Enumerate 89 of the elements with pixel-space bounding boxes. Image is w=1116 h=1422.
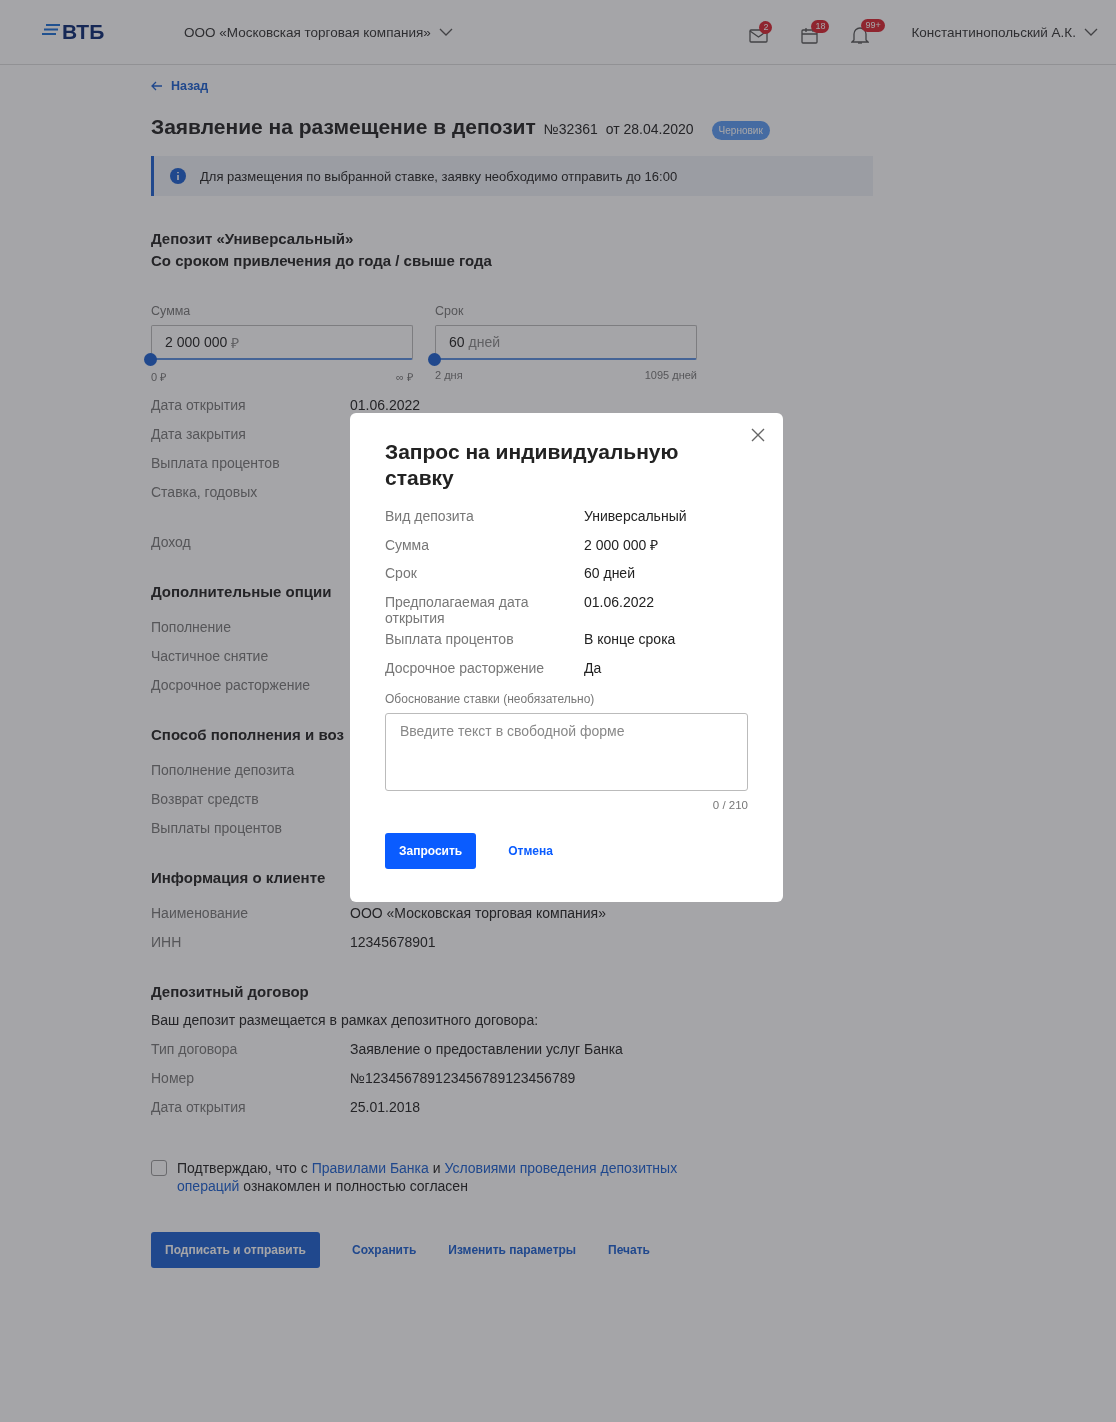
section-title: Информация о клиенте	[151, 868, 326, 888]
detail-value: 60 дней	[584, 565, 635, 582]
slider-thumb[interactable]	[428, 353, 441, 366]
param-value: Заявление о предоставлении услуг Банка	[350, 1040, 623, 1057]
character-counter: 0 / 210	[712, 799, 748, 812]
detail-label: Выплата процентов	[385, 631, 515, 648]
param-label: Досрочное расторжение	[151, 676, 312, 693]
deposit-name: Депозит «Универсальный»	[151, 229, 355, 249]
param-label: Дата открытия	[151, 1098, 247, 1115]
field-label: Обоснование ставки (необязательно)	[385, 692, 596, 707]
field-label: Сумма	[151, 304, 192, 318]
detail-label: Вид депозита	[385, 508, 475, 524]
section-title: Способ пополнения и воз	[151, 725, 344, 745]
action-link[interactable]: Изменить параметры	[448, 1243, 577, 1257]
slider-input[interactable]: 60 дней	[435, 325, 697, 360]
back-link[interactable]: Назад	[151, 79, 873, 93]
arrow-left-icon	[151, 81, 163, 91]
param-label: Возврат средств	[151, 790, 260, 807]
param-label: Дата закрытия	[151, 425, 247, 442]
slider-max: 1095 дней	[644, 369, 697, 381]
detail-label: Досрочное расторжение	[385, 659, 546, 676]
detail-value: 2 000 000 ₽	[584, 536, 659, 553]
detail-value: 01.06.2022	[584, 594, 655, 611]
param-value: 25.01.2018	[350, 1098, 421, 1115]
terms-link[interactable]: Правилами Банка	[311, 1160, 429, 1176]
deposit-term: Со сроком привлечения до года / свыше года	[151, 251, 493, 271]
slider-min: 2 дня	[435, 369, 463, 381]
slider-max: ∞ ₽	[396, 370, 413, 384]
section-title: Дополнительные опции	[151, 582, 332, 602]
bell-button[interactable]: 99+	[851, 19, 884, 45]
param-value: ООО «Московская торговая компания»	[350, 904, 606, 921]
param-label: Тип договора	[151, 1040, 239, 1057]
param-value: 12345678901	[350, 933, 436, 950]
calendar-button[interactable]: 18	[801, 19, 834, 45]
section-title: Депозитный договор	[151, 982, 309, 1002]
slider-thumb[interactable]	[144, 353, 157, 366]
terms-link[interactable]: Условиями проведения депозитных	[444, 1160, 678, 1176]
param-label: ИНН	[151, 933, 183, 950]
bell-icon	[851, 26, 870, 45]
detail-value: В конце срока	[584, 631, 676, 648]
param-label: Дата открытия	[151, 396, 247, 413]
param-label: Наименование	[151, 904, 250, 921]
action-link[interactable]: Сохранить	[352, 1243, 417, 1257]
param-label: Пополнение	[151, 618, 232, 635]
param-label: Выплата процентов	[151, 454, 281, 471]
banner-text: Для размещения по выбранной ставке, заявку необходимо отправить до 16:00	[200, 168, 678, 184]
chevron-down-icon	[438, 28, 453, 36]
detail-value: Универсальный	[584, 508, 687, 524]
param-label: Номер	[151, 1069, 196, 1086]
notification-count: 2	[759, 20, 773, 34]
cancel-button[interactable]: Отмена	[508, 844, 553, 859]
page-title: Заявление на размещение в депозит	[151, 115, 536, 139]
justification-field[interactable]: Введите текст в свободной форме	[385, 713, 748, 792]
user-menu[interactable]: Константинопольский А.К.	[911, 24, 1098, 40]
notification-count: 18	[811, 19, 830, 33]
slider-min: 0 ₽	[151, 370, 167, 384]
close-icon[interactable]	[751, 428, 765, 442]
param-value: №123456789123456789123456789	[350, 1069, 576, 1086]
submit-button[interactable]: Подписать и отправить	[151, 1232, 320, 1268]
param-label: Ставка, годовых	[151, 483, 259, 500]
terms-link[interactable]: операций	[177, 1178, 240, 1194]
consent-text: Подтверждаю, что с Правилами Банка и Условиями проведения депозитных операций ознакомлен и полностью согласен	[177, 1159, 679, 1195]
request-button[interactable]: Запросить	[385, 833, 477, 870]
notification-count: 99+	[861, 19, 885, 32]
application-number: №32361	[543, 121, 598, 137]
action-link[interactable]: Печать	[608, 1243, 650, 1257]
logo[interactable]: ВТБ	[42, 20, 184, 44]
mail-button[interactable]: 2	[749, 20, 784, 44]
modal-title: Запрос на индивидуальную ставку	[385, 439, 680, 491]
slider-input[interactable]: 2 000 000 ₽	[151, 325, 413, 360]
logo-stripes-icon	[42, 24, 60, 36]
detail-label: Сумма	[385, 536, 430, 553]
detail-label: Предполагаемая дата открытия	[385, 594, 530, 627]
section-note: Ваш депозит размещается в рамках депозитного договора:	[151, 1012, 540, 1028]
field-label: Срок	[435, 304, 465, 318]
application-date: от 28.04.2020	[605, 121, 694, 137]
chevron-down-icon	[1084, 28, 1098, 36]
param-label: Частичное снятие	[151, 647, 270, 664]
company-selector[interactable]: ООО «Московская торговая компания»	[184, 24, 453, 40]
detail-value: Да	[584, 659, 602, 676]
detail-label: Срок	[385, 565, 418, 582]
consent-checkbox[interactable]	[151, 1160, 167, 1176]
logo-text: ВТБ	[62, 20, 105, 44]
param-label: Доход	[151, 533, 192, 550]
param-label: Пополнение депозита	[151, 761, 296, 778]
info-icon	[170, 168, 186, 184]
param-value: 01.06.2022	[350, 396, 421, 413]
param-label: Выплаты процентов	[151, 819, 283, 836]
status-badge: Черновик	[711, 121, 770, 140]
